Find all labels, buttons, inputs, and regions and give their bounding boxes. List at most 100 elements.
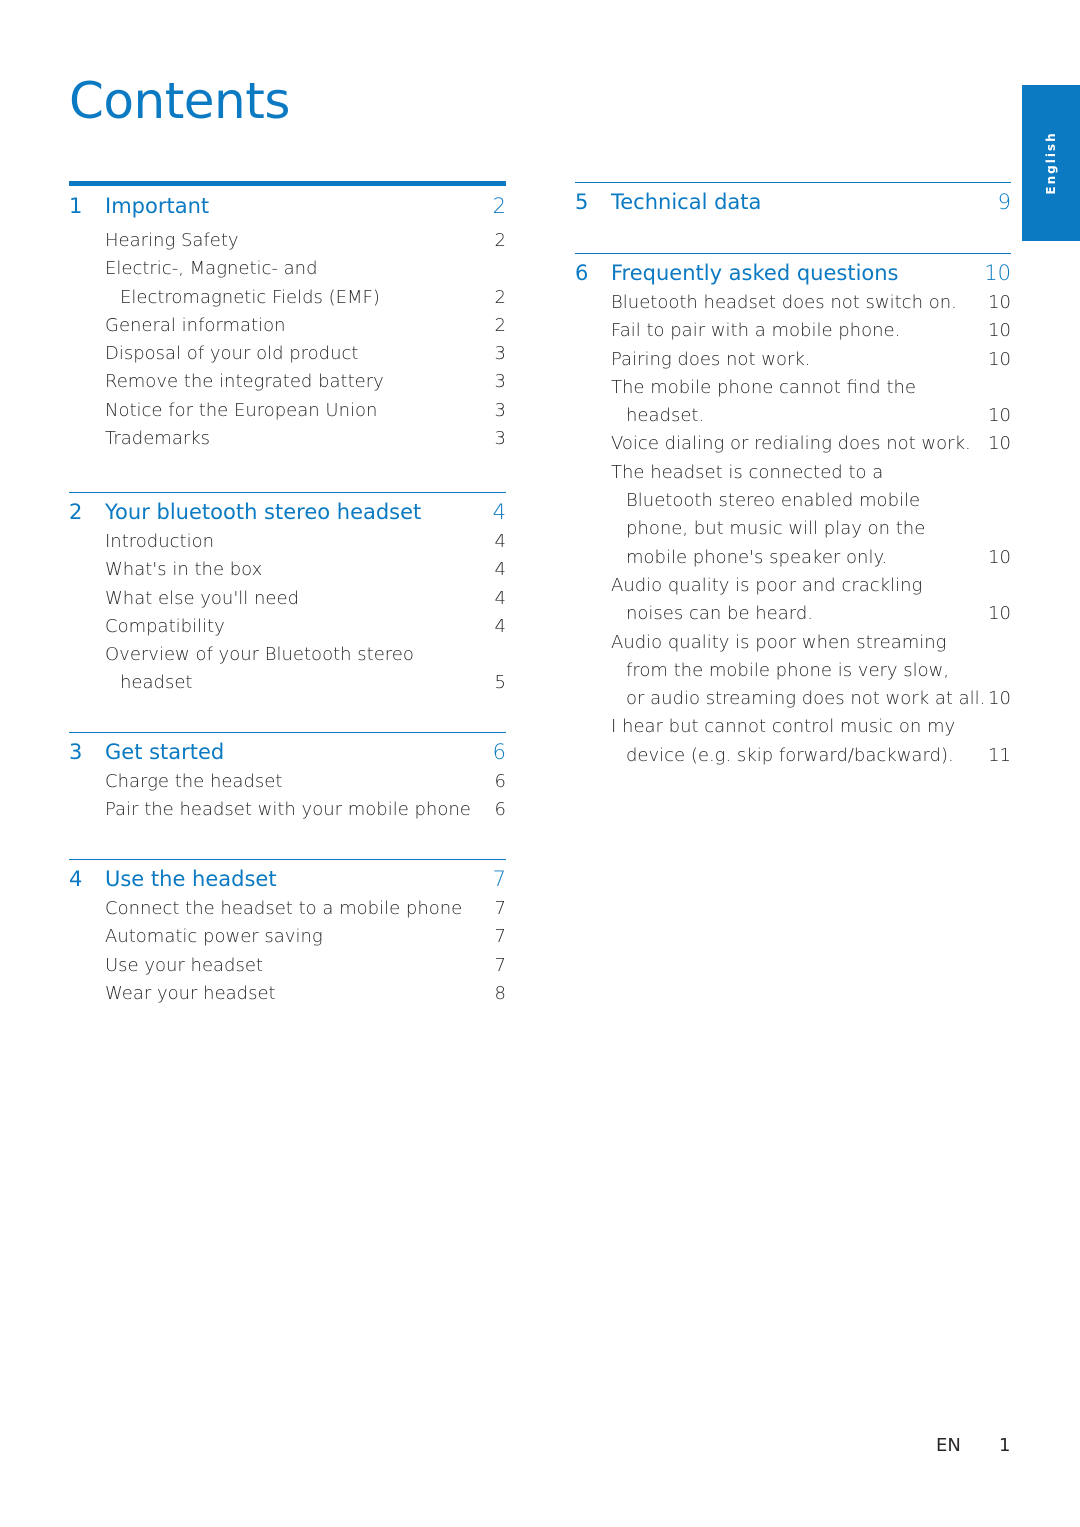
entry-text: Use your headset (105, 954, 263, 976)
page-title: Contents (69, 72, 290, 130)
entry-text: Pairing does not work. (611, 348, 811, 370)
toc-entry[interactable]: Connect the headset to a mobile phone 7 (69, 895, 506, 923)
section-divider (575, 253, 1011, 254)
language-tab-label: English (1044, 131, 1058, 195)
entry-text: Electromagnetic Fields (EMF) (120, 286, 380, 308)
section-page: 6 (492, 740, 506, 764)
entry-page: 2 (494, 286, 506, 308)
entry-text: Disposal of your old product (105, 343, 359, 365)
toc-entry[interactable]: Fail to pair with a mobile phone. 10 (575, 317, 1011, 345)
entry-text: or audio streaming does not work at all. (626, 688, 986, 710)
toc-entry[interactable]: General information 2 (69, 312, 506, 340)
entry-text: General information (105, 314, 286, 336)
section-heading[interactable]: 5 Technical data 9 (575, 190, 1011, 218)
toc-entry[interactable]: Wear your headset 8 (69, 980, 506, 1008)
entry-text: Notice for the European Union (105, 399, 378, 421)
entry-text: Connect the headset to a mobile phone (105, 898, 463, 919)
section-heading[interactable]: 6 Frequently asked questions 10 (575, 261, 1011, 289)
toc-section: 2 Your bluetooth stereo headset 4 Introduct… (69, 492, 506, 698)
toc-entry[interactable]: What's in the box 4 (69, 556, 506, 584)
entry-page: 3 (494, 399, 506, 421)
section-page: 7 (492, 867, 506, 891)
entry-page: 3 (494, 371, 506, 393)
section-number: 5 (575, 190, 589, 214)
section-divider (69, 181, 506, 186)
toc-entry[interactable]: Disposal of your old product 3 (69, 340, 506, 368)
entry-text: Introduction (105, 531, 215, 552)
entry-page: 2 (494, 314, 506, 336)
toc-section: 1 Important 2 Hearing Safety 2 Electric-, Mag… (69, 181, 506, 453)
entry-text: phone, but music will play on the (626, 518, 926, 540)
entry-text: Bluetooth headset does not switch on. (611, 292, 957, 313)
section-divider (69, 492, 506, 493)
footer-language: EN (936, 1435, 961, 1456)
toc-entry[interactable]: Automatic power saving 7 (69, 923, 506, 951)
toc-entry[interactable]: Audio quality is poor and crackling noise… (575, 572, 1011, 629)
section-page: 2 (492, 194, 506, 218)
toc-section: 5 Technical data 9 (575, 182, 1011, 218)
entry-text: Compatibility (105, 615, 225, 637)
entry-text: Voice dialing or redialing does not work… (611, 433, 971, 455)
entry-page: 7 (494, 898, 506, 919)
entry-page: 10 (988, 405, 1011, 427)
entry-text: Wear your headset (105, 982, 276, 1004)
toc-entry[interactable]: Compatibility 4 (69, 613, 506, 641)
toc-entry[interactable]: Pairing does not work. 10 (575, 346, 1011, 374)
entry-page: 4 (494, 559, 506, 581)
language-tab: English (1022, 85, 1080, 241)
entry-page: 3 (494, 428, 506, 450)
toc-entry[interactable]: Remove the integrated battery 3 (69, 368, 506, 396)
section-title: Get started (105, 740, 225, 764)
entry-text: noises can be heard. (626, 603, 813, 625)
section-heading[interactable]: 1 Important 2 (69, 194, 506, 222)
entry-page: 4 (494, 587, 506, 609)
entry-text: from the mobile phone is very slow, (626, 659, 950, 681)
entry-text: Audio quality is poor when streaming (611, 631, 947, 653)
section-heading[interactable]: 4 Use the headset 7 (69, 867, 506, 895)
toc-entry[interactable]: Voice dialing or redialing does not work… (575, 430, 1011, 458)
entry-page: 3 (494, 343, 506, 365)
entry-text: headset. (626, 405, 705, 427)
entry-text: Electric-, Magnetic- and (105, 258, 318, 280)
section-number: 6 (575, 261, 589, 285)
toc-entry[interactable]: I hear but cannot control music on my dev… (575, 713, 1011, 770)
toc-section: 4 Use the headset 7 Connect the headset to … (69, 859, 506, 1008)
toc-entry[interactable]: What else you'll need 4 (69, 585, 506, 613)
entry-page: 2 (494, 230, 506, 251)
toc-entry[interactable]: Audio quality is poor when streaming from… (575, 629, 1011, 714)
entry-text: Audio quality is poor and crackling (611, 574, 923, 596)
entry-page: 10 (988, 603, 1011, 625)
toc-entry[interactable]: Overview of your Bluetooth stereo headset… (69, 641, 506, 698)
toc-entry[interactable]: The headset is connected to a Bluetooth s… (575, 459, 1011, 572)
toc-entry[interactable]: Notice for the European Union 3 (69, 397, 506, 425)
entry-page: 5 (494, 672, 506, 694)
section-title: Use the headset (105, 867, 277, 891)
entry-page: 6 (494, 771, 506, 792)
entry-text: mobile phone's speaker only. (626, 546, 888, 568)
toc-entry[interactable]: Hearing Safety 2 (69, 227, 506, 255)
toc-entry[interactable]: Pair the headset with your mobile phone 6 (69, 796, 506, 824)
entry-text: The headset is connected to a (611, 461, 884, 483)
entry-text: Charge the headset (105, 771, 283, 792)
toc-entry[interactable]: Bluetooth headset does not switch on. 10 (575, 289, 1011, 317)
footer-page-number: 1 (999, 1435, 1011, 1456)
entry-text: Hearing Safety (105, 230, 239, 251)
section-number: 3 (69, 740, 83, 764)
toc-entry[interactable]: The mobile phone cannot find the headset.… (575, 374, 1011, 431)
section-heading[interactable]: 2 Your bluetooth stereo headset 4 (69, 500, 506, 528)
toc-entry[interactable]: Electric-, Magnetic- and Electromagnetic … (69, 255, 506, 312)
toc-entry[interactable]: Introduction 4 (69, 528, 506, 556)
section-number: 1 (69, 194, 83, 218)
entry-page: 11 (988, 744, 1011, 766)
section-number: 2 (69, 500, 83, 524)
entry-text: device (e.g. skip forward/backward). (626, 744, 954, 766)
section-title: Important (105, 194, 210, 218)
entry-page: 10 (988, 546, 1011, 568)
toc-entry[interactable]: Trademarks 3 (69, 425, 506, 453)
toc-section: 6 Frequently asked questions 10 Bluetooth h… (575, 253, 1011, 770)
toc-entry[interactable]: Use your headset 7 (69, 952, 506, 980)
entry-page: 6 (494, 799, 506, 821)
toc-entry[interactable]: Charge the headset 6 (69, 768, 506, 796)
section-heading[interactable]: 3 Get started 6 (69, 740, 506, 768)
entry-page: 10 (988, 292, 1011, 313)
